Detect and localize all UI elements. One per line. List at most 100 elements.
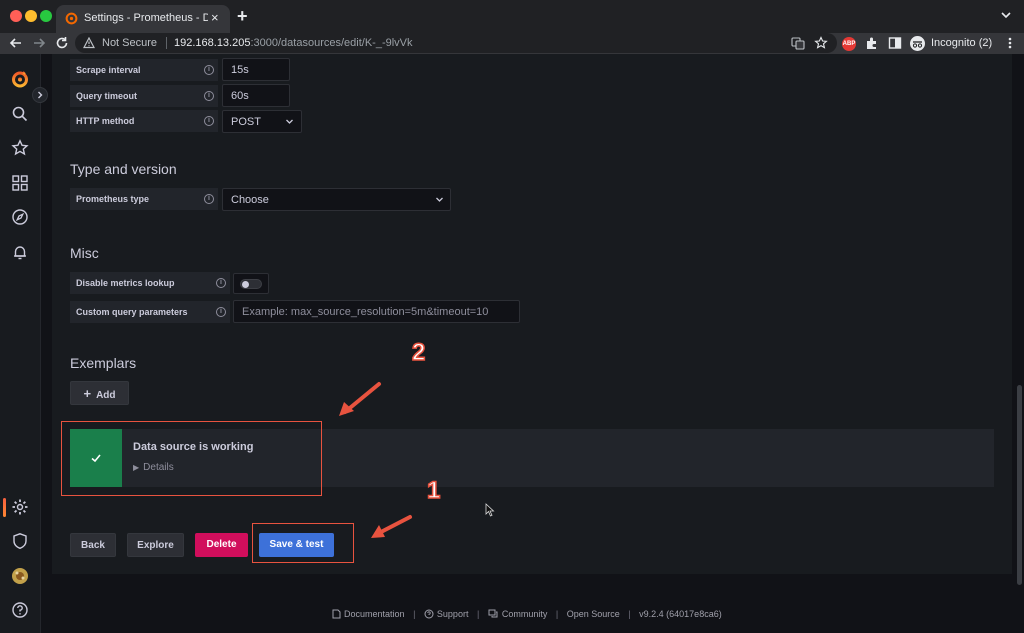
- prometheus-type-select[interactable]: Choose: [222, 188, 451, 211]
- address-bar[interactable]: Not Secure 192.168.13.205:3000/datasourc…: [75, 33, 837, 53]
- http-method-label-text: HTTP method: [76, 116, 135, 126]
- prometheus-type-label-text: Prometheus type: [76, 194, 150, 204]
- chevron-down-icon: [436, 197, 443, 202]
- custom-query-params-label: Custom query parameters: [70, 301, 230, 323]
- question-circle-icon: [424, 609, 434, 619]
- http-method-info-icon[interactable]: i: [204, 116, 214, 126]
- browser-tab-active[interactable]: Settings - Prometheus - Data s ×: [56, 5, 230, 33]
- disable-metrics-lookup-label-text: Disable metrics lookup: [76, 278, 175, 288]
- grafana-sidenav: [0, 54, 41, 633]
- window-maximize-button[interactable]: [40, 10, 52, 22]
- footer-separator: |: [555, 609, 559, 619]
- footer-version: v9.2.4 (64017e8ca6): [639, 609, 722, 619]
- bookmark-star-icon[interactable]: [814, 36, 828, 50]
- expand-sidenav-button[interactable]: [32, 87, 48, 103]
- toggle-knob: [242, 281, 249, 288]
- browser-tab-bar: Settings - Prometheus - Data s × +: [0, 0, 1024, 33]
- forward-arrow-icon[interactable]: [31, 35, 47, 51]
- explore-compass-icon[interactable]: [11, 208, 29, 226]
- footer-documentation-label: Documentation: [344, 609, 405, 619]
- dashboards-icon[interactable]: [11, 174, 29, 192]
- footer-community-label: Community: [501, 609, 548, 619]
- add-exemplar-label: Add: [96, 390, 116, 401]
- extensions-puzzle-icon[interactable]: [865, 36, 879, 50]
- footer-support-link[interactable]: Support: [424, 609, 469, 619]
- window-close-button[interactable]: [10, 10, 22, 22]
- prometheus-type-label: Prometheus type: [70, 188, 218, 210]
- prometheus-type-value: Choose: [231, 194, 269, 206]
- grafana-logo-icon[interactable]: [11, 70, 29, 88]
- tab-title: Settings - Prometheus - Data s: [84, 12, 208, 24]
- new-tab-button[interactable]: +: [237, 6, 248, 27]
- page-scrollbar-thumb[interactable]: [1017, 385, 1022, 585]
- footer-separator: |: [476, 609, 480, 619]
- browser-menu-icon[interactable]: [1003, 36, 1017, 50]
- annotation-number-1: 1: [426, 476, 441, 505]
- http-method-value: POST: [231, 116, 261, 128]
- tab-close-button[interactable]: ×: [211, 10, 219, 25]
- footer-support-label: Support: [436, 609, 469, 619]
- alerting-bell-icon[interactable]: [11, 243, 29, 261]
- disable-metrics-lookup-toggle[interactable]: [233, 273, 269, 294]
- profile-label[interactable]: Incognito (2): [931, 37, 992, 49]
- server-admin-shield-icon[interactable]: [11, 532, 29, 550]
- reload-icon[interactable]: [54, 35, 70, 51]
- footer-community-link[interactable]: Community: [488, 609, 548, 619]
- back-arrow-icon[interactable]: [8, 35, 24, 51]
- add-exemplar-button[interactable]: + Add: [70, 381, 129, 405]
- annotation-arrow-icon: [371, 515, 412, 538]
- custom-query-params-info-icon[interactable]: i: [216, 307, 226, 317]
- toggle-track: [240, 279, 262, 289]
- not-secure-label[interactable]: Not Secure: [102, 37, 157, 49]
- footer-documentation-link[interactable]: Documentation: [332, 609, 405, 619]
- starred-icon[interactable]: [11, 139, 29, 157]
- query-timeout-label: Query timeout: [70, 85, 218, 107]
- prometheus-type-info-icon[interactable]: i: [204, 194, 214, 204]
- address-divider: [166, 37, 167, 49]
- url-text[interactable]: 192.168.13.205:3000/datasources/edit/K-_…: [174, 37, 413, 49]
- browser-toolbar: Not Secure 192.168.13.205:3000/datasourc…: [0, 33, 1024, 54]
- active-nav-indicator: [3, 498, 6, 517]
- delete-button[interactable]: Delete: [195, 533, 248, 557]
- query-timeout-input[interactable]: 60s: [222, 84, 290, 107]
- scrape-interval-info-icon[interactable]: i: [204, 65, 214, 75]
- annotation-box-save: [252, 523, 354, 563]
- incognito-glasses-icon: [912, 41, 923, 48]
- exemplars-heading: Exemplars: [70, 355, 137, 371]
- footer-separator: |: [628, 609, 631, 619]
- http-method-label: HTTP method: [70, 110, 218, 132]
- tab-search-chevron-icon[interactable]: [1000, 9, 1012, 21]
- adblock-extension-icon[interactable]: ABP: [842, 37, 856, 51]
- window-minimize-button[interactable]: [25, 10, 37, 22]
- footer-separator: |: [413, 609, 416, 619]
- search-icon[interactable]: [11, 105, 29, 123]
- misc-heading: Misc: [70, 245, 99, 261]
- translate-icon[interactable]: [791, 36, 805, 50]
- incognito-avatar-icon[interactable]: [910, 36, 925, 51]
- back-button[interactable]: Back: [70, 533, 116, 557]
- user-avatar-icon[interactable]: [11, 567, 29, 585]
- query-timeout-label-text: Query timeout: [76, 91, 138, 101]
- chevron-down-icon: [286, 119, 293, 124]
- annotation-box-status: [61, 421, 322, 496]
- side-panel-icon[interactable]: [888, 36, 902, 50]
- grafana-favicon-icon: [65, 12, 78, 25]
- chevron-right-icon: [38, 91, 43, 99]
- scrape-interval-label: Scrape interval: [70, 59, 218, 81]
- custom-query-params-label-text: Custom query parameters: [76, 307, 188, 317]
- mouse-cursor-icon: [485, 503, 495, 517]
- custom-query-params-input[interactable]: Example: max_source_resolution=5m&timeou…: [233, 300, 520, 323]
- url-path: :3000/datasources/edit/K-_-9lvVk: [250, 37, 413, 49]
- type-version-heading: Type and version: [70, 161, 177, 177]
- grafana-footer: Documentation | Support | Community | Op…: [332, 609, 722, 619]
- query-timeout-info-icon[interactable]: i: [204, 91, 214, 101]
- help-icon[interactable]: [11, 601, 29, 619]
- comments-icon: [488, 609, 498, 618]
- scrape-interval-label-text: Scrape interval: [76, 65, 141, 75]
- scrape-interval-input[interactable]: 15s: [222, 58, 290, 81]
- configuration-gear-icon[interactable]: [11, 498, 29, 516]
- footer-open-source-link[interactable]: Open Source: [567, 609, 620, 619]
- explore-button[interactable]: Explore: [127, 533, 184, 557]
- disable-metrics-lookup-info-icon[interactable]: i: [216, 278, 226, 288]
- warning-icon[interactable]: [83, 37, 95, 49]
